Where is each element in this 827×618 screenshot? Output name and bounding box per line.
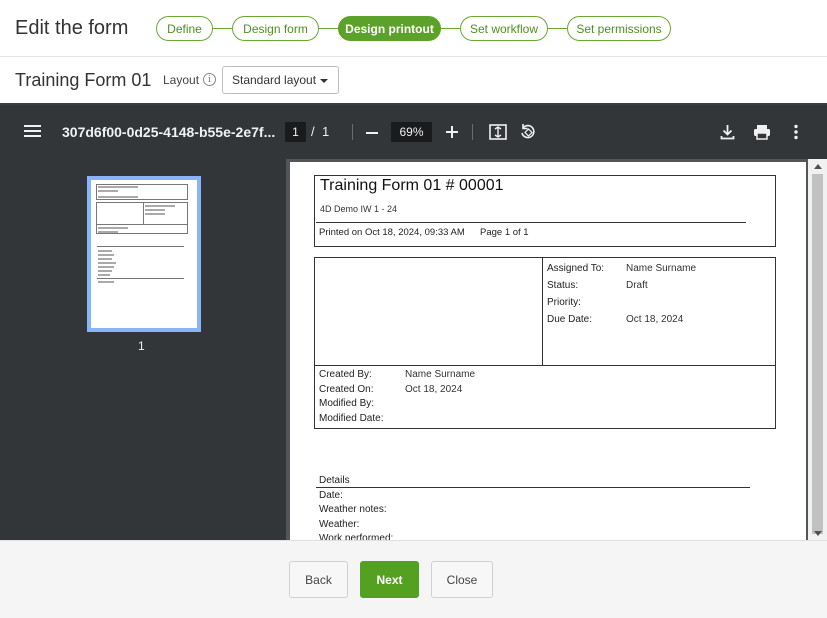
created-by-label: Created By:: [319, 369, 372, 380]
step-define[interactable]: Define: [156, 16, 213, 41]
page-total: 1: [322, 124, 330, 139]
assigned-to-label: Assigned To:: [547, 263, 605, 274]
created-on-value: Oct 18, 2024: [405, 384, 463, 395]
subbar: Training Form 01 Layout i Standard layou…: [0, 57, 827, 103]
weather-label: Weather:: [319, 519, 360, 530]
step-connector: [548, 28, 567, 29]
zoom-input[interactable]: 69%: [391, 122, 432, 142]
layout-select-value: Standard layout: [232, 73, 317, 87]
weather-notes-label: Weather notes:: [319, 504, 387, 515]
page: Edit the form Define Design form Design …: [0, 0, 827, 618]
document-title: Training Form 01 # 00001: [320, 177, 504, 194]
document-name: 307d6f00-0d25-4148-b55e-2e7f...: [62, 124, 276, 140]
more-icon[interactable]: [793, 124, 799, 140]
details-heading: Details: [319, 475, 350, 486]
document-scrollbar[interactable]: [808, 159, 827, 542]
wizard-steps: Define Design form Design printout Set w…: [156, 16, 671, 41]
title-divider: [316, 222, 746, 223]
step-set-permissions[interactable]: Set permissions: [567, 16, 671, 41]
step-connector: [441, 28, 460, 29]
viewer-toolbar: 307d6f00-0d25-4148-b55e-2e7f... 1 / 1 69…: [0, 105, 827, 159]
scroll-down-icon[interactable]: [814, 531, 822, 536]
print-icon[interactable]: [753, 124, 771, 140]
layout-label: Layout: [163, 73, 200, 87]
layout-select[interactable]: Standard layout: [222, 66, 339, 94]
document-page: Training Form 01 # 00001 4D Demo IW 1 - …: [290, 162, 806, 542]
footer: Back Next Close: [0, 540, 827, 618]
info-box: [314, 257, 776, 429]
modified-by-label: Modified By:: [319, 398, 375, 409]
fit-page-icon[interactable]: [489, 124, 507, 140]
back-button[interactable]: Back: [289, 561, 348, 598]
step-design-printout[interactable]: Design printout: [338, 16, 441, 41]
toolbar-divider: [472, 124, 473, 140]
info-icon[interactable]: i: [203, 73, 216, 86]
status-value: Draft: [626, 280, 648, 291]
menu-icon[interactable]: [24, 125, 41, 138]
close-button[interactable]: Close: [431, 561, 493, 598]
status-label: Status:: [547, 280, 579, 291]
thumbnail-page-number: 1: [138, 339, 145, 353]
due-date-value: Oct 18, 2024: [626, 314, 684, 325]
created-by-value: Name Surname: [405, 369, 476, 380]
zoom-in-icon[interactable]: [446, 126, 458, 138]
details-divider: [316, 487, 750, 488]
page-number-input[interactable]: 1: [285, 122, 306, 142]
download-icon[interactable]: [720, 124, 735, 140]
next-button[interactable]: Next: [360, 561, 419, 598]
priority-label: Priority:: [547, 297, 581, 308]
document-area: Training Form 01 # 00001 4D Demo IW 1 - …: [286, 159, 827, 542]
due-date-label: Due Date:: [547, 314, 593, 325]
thumbnail-sidebar: 1: [0, 159, 286, 542]
date-label: Date:: [319, 490, 343, 501]
page-thumbnail[interactable]: [87, 176, 201, 332]
page-separator: /: [311, 124, 315, 139]
toolbar-divider: [352, 124, 353, 140]
rotate-icon[interactable]: [519, 123, 537, 141]
document-subtitle: 4D Demo IW 1 - 24: [320, 204, 398, 214]
zoom-out-icon[interactable]: [366, 132, 378, 134]
form-title: Training Form 01: [15, 70, 152, 90]
created-on-label: Created On:: [319, 384, 374, 395]
header: Edit the form Define Design form Design …: [0, 0, 827, 57]
info-divider-vertical: [542, 257, 543, 365]
caret-down-icon: [320, 79, 328, 83]
modified-date-label: Modified Date:: [319, 413, 384, 424]
scroll-up-icon[interactable]: [814, 164, 822, 169]
assigned-to-value: Name Surname: [626, 263, 697, 274]
scroll-thumb[interactable]: [812, 174, 823, 534]
step-connector: [213, 28, 232, 29]
info-divider-horizontal: [314, 365, 776, 366]
pdf-viewer: 307d6f00-0d25-4148-b55e-2e7f... 1 / 1 69…: [0, 103, 827, 542]
page-info: Page 1 of 1: [480, 227, 529, 238]
page-title: Edit the form: [15, 17, 129, 39]
printed-on: Printed on Oct 18, 2024, 09:33 AM: [319, 227, 465, 238]
step-design-form[interactable]: Design form: [232, 16, 319, 41]
step-connector: [319, 28, 338, 29]
step-set-workflow[interactable]: Set workflow: [460, 16, 548, 41]
